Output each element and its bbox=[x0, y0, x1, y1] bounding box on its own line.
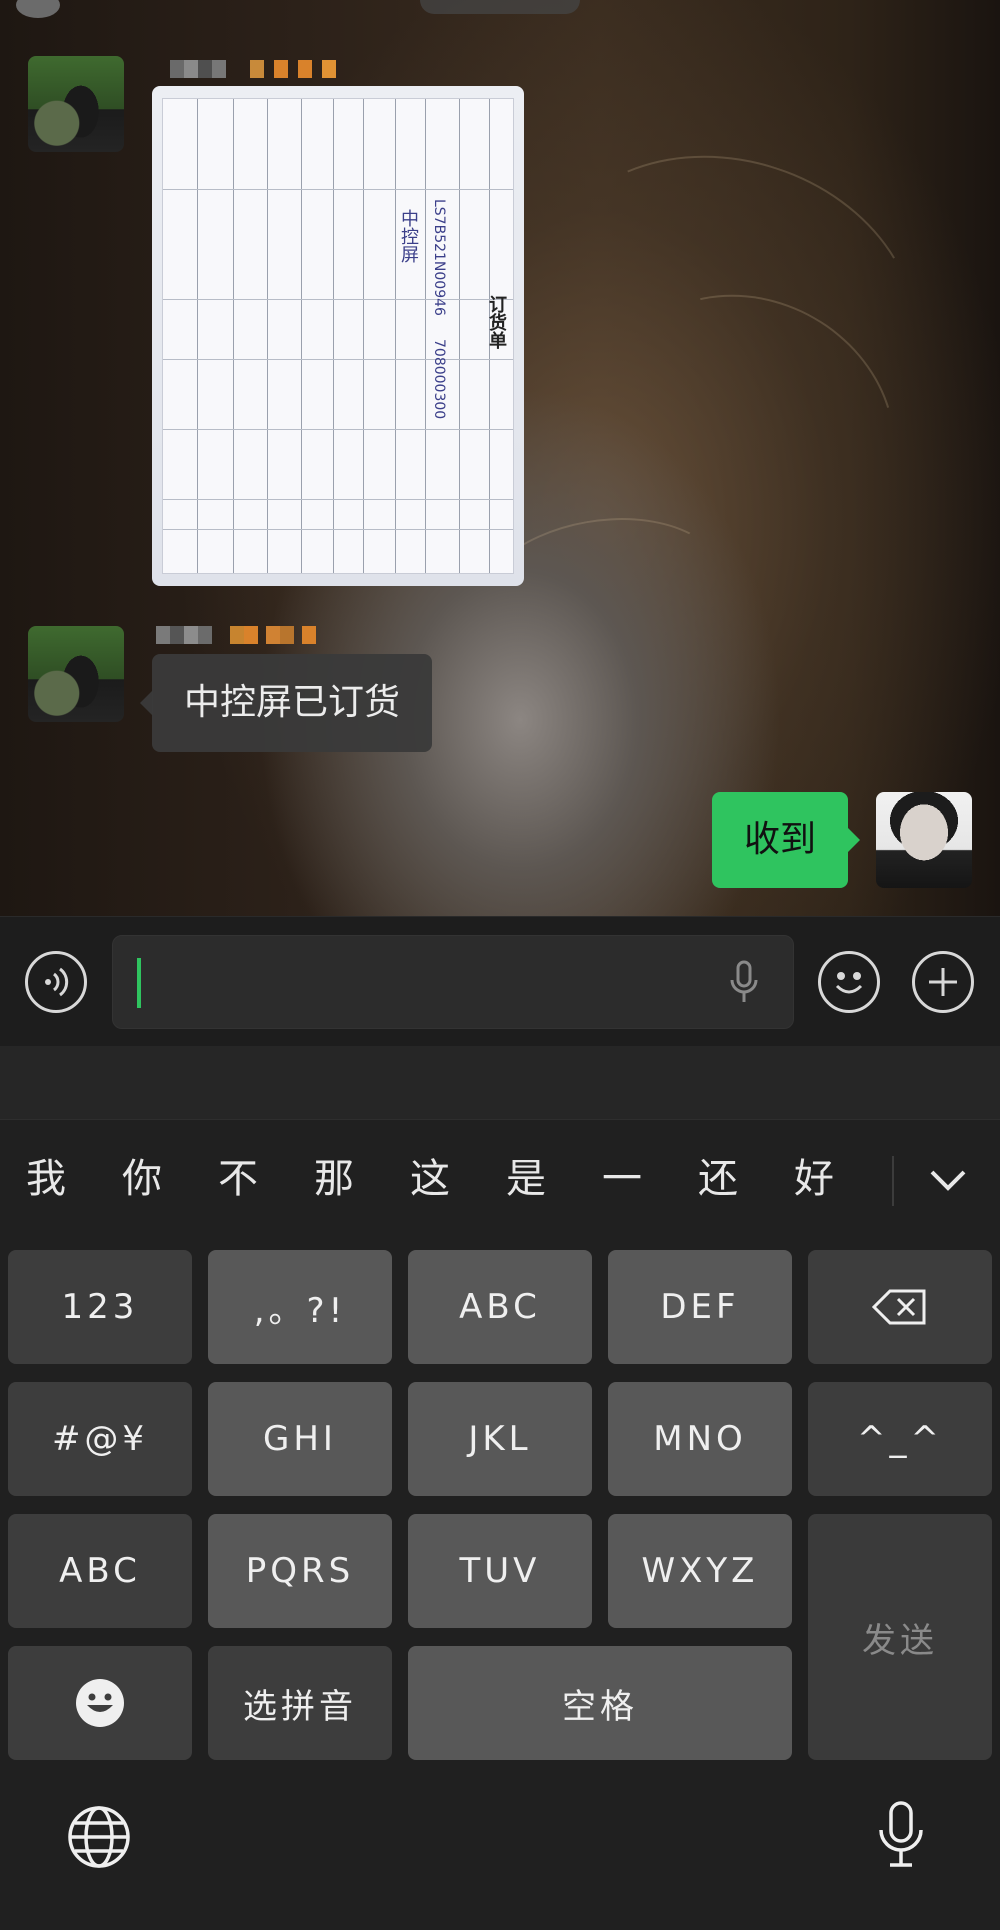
backspace-icon[interactable] bbox=[808, 1250, 992, 1364]
key-wxyz[interactable]: WXYZ bbox=[608, 1514, 792, 1628]
emoji-icon[interactable] bbox=[818, 951, 880, 1013]
sender-name-mosaic bbox=[170, 60, 336, 78]
candidate-word[interactable]: 不 bbox=[218, 1146, 258, 1204]
key-symbols[interactable]: #@¥ bbox=[8, 1382, 192, 1496]
incoming-message-bubble[interactable]: 中控屏已订货 bbox=[139, 654, 433, 752]
candidate-word[interactable]: 一 bbox=[602, 1146, 642, 1204]
text-caret bbox=[137, 958, 141, 1008]
candidate-word[interactable]: 这 bbox=[410, 1146, 450, 1204]
keyboard-toolbar bbox=[0, 1046, 1000, 1120]
handwritten-part-number: 708000300 bbox=[431, 339, 447, 420]
dictation-microphone-icon[interactable] bbox=[876, 1800, 926, 1870]
order-form-title: 订货单 bbox=[486, 295, 507, 349]
plus-icon[interactable] bbox=[912, 951, 974, 1013]
key-jkl[interactable]: JKL bbox=[408, 1382, 592, 1496]
key-numbers[interactable]: 123 bbox=[8, 1250, 192, 1364]
candidate-word[interactable]: 好 bbox=[794, 1146, 834, 1204]
sender-name-mosaic bbox=[156, 626, 316, 644]
key-punctuation[interactable]: ,。?! bbox=[208, 1250, 392, 1364]
camera-cutout bbox=[16, 0, 60, 18]
order-form-photo: 订货单 中控屏 LS7B521N00946 708000300 bbox=[162, 98, 514, 574]
emoji-key-icon[interactable] bbox=[8, 1646, 192, 1760]
handwritten-part-name: 中控屏 bbox=[398, 209, 419, 263]
key-pqrs[interactable]: PQRS bbox=[208, 1514, 392, 1628]
microphone-icon[interactable] bbox=[727, 960, 761, 1004]
key-tuv[interactable]: TUV bbox=[408, 1514, 592, 1628]
chevron-down-icon[interactable] bbox=[928, 1166, 968, 1196]
contact-avatar[interactable] bbox=[28, 56, 124, 152]
my-avatar[interactable] bbox=[876, 792, 972, 888]
key-def[interactable]: DEF bbox=[608, 1250, 792, 1364]
key-abc-switch[interactable]: ABC bbox=[8, 1514, 192, 1628]
key-ghi[interactable]: GHI bbox=[208, 1382, 392, 1496]
handwritten-vin: LS7B521N00946 bbox=[431, 199, 447, 316]
candidate-word[interactable]: 那 bbox=[314, 1146, 354, 1204]
send-button[interactable]: 发送 bbox=[808, 1514, 992, 1760]
globe-icon[interactable] bbox=[66, 1804, 132, 1870]
message-input-bar bbox=[0, 916, 1000, 1046]
candidate-word[interactable]: 你 bbox=[122, 1146, 162, 1204]
candidate-word[interactable]: 是 bbox=[506, 1146, 546, 1204]
key-emoticon[interactable]: ^_^ bbox=[808, 1382, 992, 1496]
candidate-divider bbox=[892, 1156, 894, 1206]
order-form-image-message[interactable]: 订货单 中控屏 LS7B521N00946 708000300 bbox=[152, 86, 524, 586]
voice-toggle-icon[interactable] bbox=[25, 951, 87, 1013]
outgoing-message-bubble[interactable]: 收到 bbox=[712, 792, 860, 888]
key-abc[interactable]: ABC bbox=[408, 1250, 592, 1364]
key-mno[interactable]: MNO bbox=[608, 1382, 792, 1496]
space-key[interactable]: 空格 bbox=[408, 1646, 792, 1760]
chat-area: 订货单 中控屏 LS7B521N00946 708000300 中控屏已订货 收… bbox=[0, 0, 1000, 916]
status-pill bbox=[420, 0, 580, 14]
contact-avatar[interactable] bbox=[28, 626, 124, 722]
message-text-input[interactable] bbox=[112, 935, 794, 1029]
candidate-word[interactable]: 我 bbox=[26, 1146, 66, 1204]
candidate-word[interactable]: 还 bbox=[698, 1146, 738, 1204]
ime-keyboard: 我 你 不 那 这 是 一 还 好 123 ,。?! ABC DEF #@¥ G… bbox=[0, 1046, 1000, 1930]
candidate-bar: 我 你 不 那 这 是 一 还 好 bbox=[0, 1120, 1000, 1240]
key-select-pinyin[interactable]: 选拼音 bbox=[208, 1646, 392, 1760]
